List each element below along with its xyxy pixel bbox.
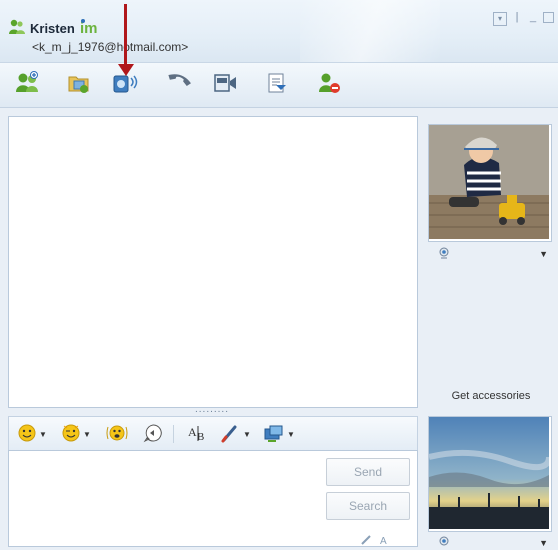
annotation-arrow-head [118,64,134,76]
font-button[interactable]: AB [187,423,209,445]
toolbar-separator [173,425,174,443]
conversation-history-pane[interactable] [8,116,418,408]
handwriting-tab[interactable] [360,534,374,548]
format-toolbar: ▼ ▼ AB ▼ ▼ [8,416,418,451]
svg-text:A: A [380,536,387,545]
text-tab[interactable]: A [378,534,390,548]
send-files-button[interactable] [64,70,94,98]
contact-display-picture[interactable] [428,124,552,242]
buddy-status-icon [8,19,26,38]
chevron-down-icon[interactable]: ▼ [539,249,548,259]
contact-photo-image [429,125,549,239]
window-controls: ▾ | _ [493,12,554,26]
webcam-icon[interactable] [438,536,450,550]
block-contact-icon [316,71,342,98]
call-button[interactable] [164,70,194,98]
video-call-button[interactable] [210,70,240,98]
send-button[interactable]: Send [326,458,410,486]
emoticon-button[interactable]: ▼ [17,423,47,445]
background-button[interactable]: ▼ [221,423,251,445]
webcam-icon[interactable] [438,247,450,261]
background-icon [221,423,241,446]
annotation-arrow-shaft [124,4,127,66]
games-button[interactable]: ▼ [263,423,295,445]
search-button[interactable]: Search [326,492,410,520]
send-files-icon [66,71,92,98]
wink-icon [61,423,81,446]
contact-picture-options: ▼ [438,247,548,261]
display-picture-panel: ▼ ▼ [424,116,558,548]
compose-mode-tabs: A [360,534,390,548]
window-header: Kristen im <k_m_j_1976@hotmail.com> ▾ | … [0,0,558,62]
chevron-down-icon: ▼ [287,429,295,439]
message-compose-area[interactable]: Send Search [8,450,418,547]
invite-contact-icon [14,70,40,98]
maximize-button[interactable] [543,12,554,23]
nudge-icon [105,423,129,446]
voice-clip-icon [143,423,163,446]
wink-button[interactable]: ▼ [61,423,91,445]
nudge-button[interactable] [105,423,129,445]
my-picture-options: ▼ [438,536,548,550]
pane-splitter-grip[interactable]: ......... [190,405,234,416]
contact-name[interactable]: Kristen [30,21,75,36]
conversation-toolbar [0,62,558,108]
emoticon-icon [17,423,37,446]
chevron-down-icon: ▼ [39,429,47,439]
svg-text:A: A [188,425,197,439]
my-photo-image [428,417,552,529]
my-display-picture[interactable] [428,416,552,532]
block-contact-button[interactable] [314,70,344,98]
games-icon [263,423,285,446]
chevron-down-icon[interactable]: ▼ [539,538,548,548]
im-logo-icon: im [79,18,101,39]
window-control-separator: | [515,11,519,23]
voice-clip-button[interactable] [143,423,163,445]
share-folder-icon [264,71,290,98]
video-call-icon [212,71,238,98]
call-icon [164,71,194,98]
contact-email: <k_m_j_1976@hotmail.com> [32,40,189,54]
font-icon: AB [187,423,209,446]
minimize-button[interactable]: _ [527,12,539,24]
invite-contact-button[interactable] [12,70,42,98]
chevron-down-icon: ▼ [83,429,91,439]
share-folder-button[interactable] [262,70,292,98]
contact-name-row: Kristen im [8,18,101,39]
chevron-down-icon: ▼ [243,429,251,439]
get-accessories-link[interactable]: Get accessories [424,390,558,402]
menu-dropdown-button[interactable]: ▾ [493,12,507,26]
